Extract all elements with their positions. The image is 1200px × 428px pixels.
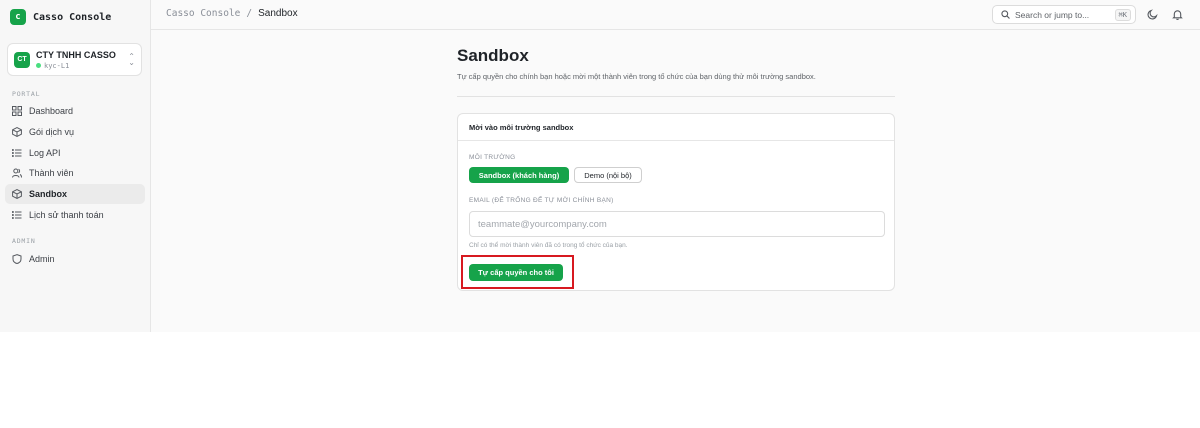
card-title: Mời vào môi trường sandbox (458, 114, 894, 141)
org-text: CTY TNHH CASSO kyc-L1 (36, 50, 116, 70)
list-icon (12, 210, 22, 220)
sidebar-item-label: Admin (29, 254, 55, 264)
org-switcher[interactable]: CT CTY TNHH CASSO kyc-L1 ⌃ ⌄ (7, 43, 142, 76)
env-option-sandbox[interactable]: Sandbox (khách hàng) (469, 167, 569, 183)
sidebar: c Casso Console CT CTY TNHH CASSO kyc-L1… (0, 0, 151, 332)
topbar: Casso Console / Sandbox Search or jump t… (151, 0, 1200, 30)
grid-icon (12, 106, 22, 116)
brand-name: Casso Console (33, 11, 112, 23)
sidebar-item-label: Lịch sử thanh toán (29, 210, 104, 220)
org-sub-label: kyc-L1 (44, 61, 70, 70)
bell-icon[interactable] (1172, 9, 1183, 20)
env-label: MÔI TRƯỜNG (469, 154, 516, 161)
env-option-demo[interactable]: Demo (nội bộ) (574, 167, 642, 183)
list-icon (12, 148, 22, 158)
users-icon (12, 168, 22, 178)
search-placeholder: Search or jump to... (1015, 9, 1090, 20)
chevron-up-down-icon: ⌃ ⌄ (128, 51, 135, 67)
breadcrumb-current: Sandbox (258, 8, 298, 19)
invite-card: Mời vào môi trường sandbox MÔI TRƯỜNG Sa… (457, 113, 895, 291)
brand-logo: c (10, 9, 26, 25)
breadcrumb-root[interactable]: Casso Console (166, 8, 240, 19)
org-status: kyc-L1 (36, 62, 116, 70)
org-avatar: CT (14, 51, 30, 68)
search-icon (1001, 10, 1010, 19)
main-area: Casso Console / Sandbox Search or jump t… (151, 0, 1200, 332)
sidebar-item-label: Dashboard (29, 106, 74, 116)
sidebar-item-lich-su-thanh-toan[interactable]: Lịch sử thanh toán (5, 205, 145, 225)
page-title: Sandbox (457, 46, 529, 65)
sidebar-item-log-api[interactable]: Log API (5, 143, 145, 163)
sidebar-item-thanh-vien[interactable]: Thành viên (5, 163, 145, 183)
sidebar-item-dashboard[interactable]: Dashboard (5, 101, 145, 121)
box-icon (12, 127, 22, 137)
search-box[interactable]: Search or jump to... ⌘K (992, 5, 1136, 24)
section-label-admin: ADMIN (12, 237, 36, 245)
org-name: CTY TNHH CASSO (36, 49, 116, 60)
status-dot (36, 63, 41, 68)
sidebar-item-admin[interactable]: Admin (5, 249, 145, 269)
shield-icon (12, 254, 22, 264)
sidebar-item-label: Log API (29, 148, 61, 158)
breadcrumb: Casso Console / Sandbox (166, 8, 298, 19)
email-label: EMAIL (ĐỂ TRỐNG ĐỂ TỰ MỜI CHÍNH BẠN) (469, 197, 614, 204)
page-description: Tự cấp quyền cho chính bạn hoặc mời một … (457, 72, 816, 81)
divider (457, 96, 895, 97)
section-label-portal: PORTAL (12, 90, 41, 98)
sidebar-item-label: Gói dịch vụ (29, 127, 75, 137)
email-field[interactable] (469, 211, 885, 237)
sidebar-item-goi-dich-vu[interactable]: Gói dịch vụ (5, 122, 145, 142)
self-grant-button[interactable]: Tự cấp quyền cho tôi (469, 264, 563, 281)
cube-icon (12, 189, 22, 199)
email-hint: Chỉ có thể mời thành viên đã có trong tổ… (469, 242, 628, 249)
moon-icon[interactable] (1147, 9, 1158, 20)
sidebar-item-label: Sandbox (29, 189, 68, 199)
sidebar-item-sandbox[interactable]: Sandbox (5, 184, 145, 204)
search-shortcut: ⌘K (1114, 8, 1131, 21)
breadcrumb-separator: / (246, 8, 253, 19)
app-shell: c Casso Console CT CTY TNHH CASSO kyc-L1… (0, 0, 1200, 332)
brand[interactable]: c Casso Console (10, 8, 111, 26)
sidebar-item-label: Thành viên (29, 168, 74, 178)
